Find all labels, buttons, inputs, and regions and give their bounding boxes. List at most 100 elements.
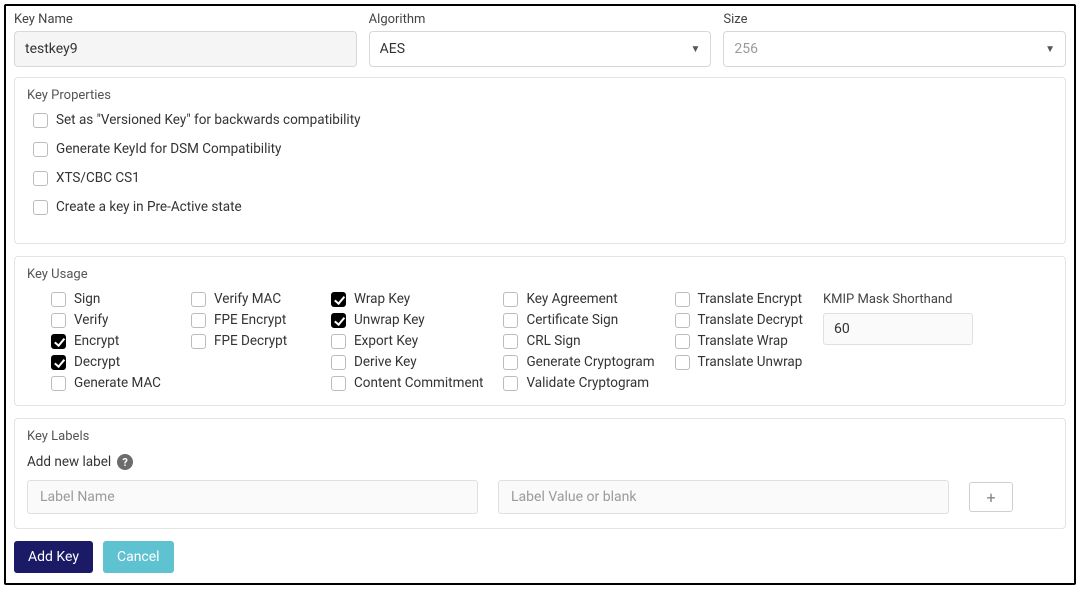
checkbox-icon[interactable] [331, 376, 346, 391]
usage-generate-cryptogram[interactable]: Generate Cryptogram [503, 355, 654, 370]
usage-unwrap-key[interactable]: Unwrap Key [331, 313, 483, 328]
algorithm-value: AES [380, 41, 405, 57]
usage-encrypt[interactable]: Encrypt [51, 334, 171, 349]
key-name-value: testkey9 [25, 41, 78, 57]
size-select[interactable]: 256 ▼ [723, 31, 1066, 67]
usage-column: Sign Verify Encrypt Decrypt Generate MAC [51, 292, 171, 391]
checkbox-label: Generate KeyId for DSM Compatibility [56, 143, 281, 157]
prop-create-a-key-in-pre-active-state[interactable]: Create a key in Pre-Active state [33, 200, 1053, 215]
usage-translate-wrap[interactable]: Translate Wrap [675, 334, 803, 349]
checkbox-icon[interactable] [503, 334, 518, 349]
checkbox-icon[interactable] [503, 292, 518, 307]
usage-generate-mac[interactable]: Generate MAC [51, 376, 171, 391]
checkbox-icon[interactable] [191, 334, 206, 349]
usage-content-commitment[interactable]: Content Commitment [331, 376, 483, 391]
key-usage-panel: Key Usage Sign Verify Encrypt Decrypt Genera… [14, 256, 1066, 406]
checkbox-label: Translate Unwrap [698, 356, 803, 370]
checkbox-icon[interactable] [675, 292, 690, 307]
checkbox-icon[interactable] [503, 313, 518, 328]
label-name-placeholder: Label Name [40, 489, 115, 505]
usage-certificate-sign[interactable]: Certificate Sign [503, 313, 654, 328]
prop-generate-keyid-for-dsm-compatibility[interactable]: Generate KeyId for DSM Compatibility [33, 142, 1053, 157]
plus-icon: + [986, 488, 995, 507]
key-name-input[interactable]: testkey9 [14, 31, 357, 67]
checkbox-icon[interactable] [51, 292, 66, 307]
usage-fpe-encrypt[interactable]: FPE Encrypt [191, 313, 311, 328]
usage-verify[interactable]: Verify [51, 313, 171, 328]
usage-translate-encrypt[interactable]: Translate Encrypt [675, 292, 803, 307]
checkbox-label: Translate Encrypt [698, 293, 802, 307]
add-key-button[interactable]: Add Key [14, 541, 93, 573]
checkbox-icon[interactable] [51, 334, 66, 349]
key-properties-panel: Key Properties Set as "Versioned Key" fo… [14, 77, 1066, 244]
checkbox-label: Derive Key [354, 356, 417, 370]
usage-validate-cryptogram[interactable]: Validate Cryptogram [503, 376, 654, 391]
label-name-input[interactable]: Label Name [27, 480, 478, 514]
checkbox-icon[interactable] [191, 292, 206, 307]
help-icon[interactable]: ? [117, 454, 133, 470]
checkbox-icon[interactable] [675, 313, 690, 328]
prop-xts-cbc-cs1[interactable]: XTS/CBC CS1 [33, 171, 1053, 186]
checkbox-label: Encrypt [74, 335, 119, 349]
checkbox-label: Verify [74, 314, 108, 328]
checkbox-icon[interactable] [51, 313, 66, 328]
key-properties-title: Key Properties [27, 88, 1053, 103]
usage-key-agreement[interactable]: Key Agreement [503, 292, 654, 307]
add-key-button-label: Add Key [28, 549, 79, 565]
usage-wrap-key[interactable]: Wrap Key [331, 292, 483, 307]
checkbox-icon[interactable] [331, 334, 346, 349]
checkbox-label: FPE Decrypt [214, 335, 287, 349]
size-value: 256 [734, 41, 758, 57]
checkbox-icon[interactable] [33, 171, 48, 186]
usage-translate-unwrap[interactable]: Translate Unwrap [675, 355, 803, 370]
usage-fpe-decrypt[interactable]: FPE Decrypt [191, 334, 311, 349]
label-value-input[interactable]: Label Value or blank [498, 480, 949, 514]
checkbox-label: Key Agreement [526, 293, 617, 307]
checkbox-icon[interactable] [33, 142, 48, 157]
algorithm-select[interactable]: AES ▼ [369, 31, 712, 67]
usage-translate-decrypt[interactable]: Translate Decrypt [675, 313, 803, 328]
checkbox-label: Translate Wrap [698, 335, 788, 349]
checkbox-label: Decrypt [74, 356, 120, 370]
checkbox-label: Set as "Versioned Key" for backwards com… [56, 114, 361, 128]
checkbox-icon[interactable] [191, 313, 206, 328]
checkbox-label: Generate MAC [74, 377, 161, 391]
checkbox-icon[interactable] [503, 355, 518, 370]
checkbox-icon[interactable] [331, 355, 346, 370]
add-new-label-text: Add new label [27, 454, 111, 470]
add-label-button[interactable]: + [969, 482, 1013, 512]
usage-export-key[interactable]: Export Key [331, 334, 483, 349]
usage-sign[interactable]: Sign [51, 292, 171, 307]
usage-column: Wrap Key Unwrap Key Export Key Derive Key Co… [331, 292, 483, 391]
checkbox-icon[interactable] [675, 334, 690, 349]
checkbox-icon[interactable] [51, 355, 66, 370]
checkbox-icon[interactable] [331, 313, 346, 328]
key-name-label: Key Name [14, 12, 357, 27]
chevron-down-icon: ▼ [1045, 44, 1055, 55]
checkbox-icon[interactable] [51, 376, 66, 391]
checkbox-icon[interactable] [503, 376, 518, 391]
label-value-placeholder: Label Value or blank [511, 489, 636, 505]
checkbox-label: Unwrap Key [354, 314, 425, 328]
kmip-value: 60 [834, 321, 850, 337]
checkbox-label: Create a key in Pre-Active state [56, 201, 242, 215]
algorithm-label: Algorithm [369, 12, 712, 27]
key-usage-title: Key Usage [27, 267, 1053, 282]
checkbox-label: Sign [74, 293, 100, 307]
usage-derive-key[interactable]: Derive Key [331, 355, 483, 370]
checkbox-icon[interactable] [33, 200, 48, 215]
key-labels-title: Key Labels [27, 429, 1053, 444]
usage-verify-mac[interactable]: Verify MAC [191, 292, 311, 307]
usage-crl-sign[interactable]: CRL Sign [503, 334, 654, 349]
usage-column: Key Agreement Certificate Sign CRL Sign Gen… [503, 292, 654, 391]
checkbox-icon[interactable] [33, 113, 48, 128]
cancel-button-label: Cancel [117, 549, 160, 565]
usage-column: Verify MAC FPE Encrypt FPE Decrypt [191, 292, 311, 391]
kmip-input[interactable]: 60 [823, 313, 973, 345]
usage-decrypt[interactable]: Decrypt [51, 355, 171, 370]
checkbox-icon[interactable] [675, 355, 690, 370]
prop-set-as-versioned-key-for-backwards-compatibility[interactable]: Set as "Versioned Key" for backwards com… [33, 113, 1053, 128]
checkbox-icon[interactable] [331, 292, 346, 307]
checkbox-label: Certificate Sign [526, 314, 618, 328]
cancel-button[interactable]: Cancel [103, 541, 174, 573]
